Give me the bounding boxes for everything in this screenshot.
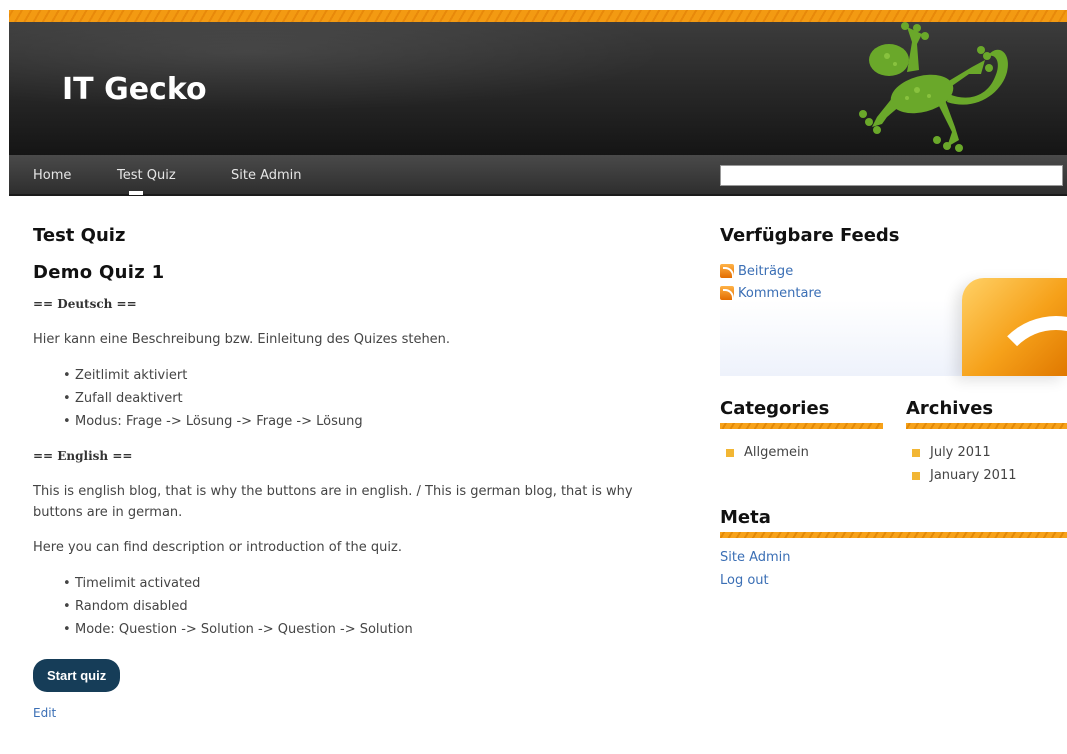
list-item: Modus: Frage -> Lösung -> Frage -> Lösun… [63, 410, 653, 433]
categories-heading: Categories [720, 398, 883, 429]
list-item: Mode: Question -> Solution -> Question -… [63, 618, 653, 641]
archives-widget: Archives July 2011 January 2011 [906, 398, 1067, 487]
rss-icon [720, 286, 734, 300]
nav-home[interactable]: Home [33, 168, 71, 183]
german-section-heading: == Deutsch == [33, 297, 137, 311]
search-input[interactable] [720, 165, 1063, 186]
meta-log-out-link[interactable]: Log out [720, 573, 1067, 596]
feed-posts-link[interactable]: Beiträge [720, 260, 1060, 282]
archives-heading: Archives [906, 398, 1067, 429]
list-item: Timelimit activated [63, 572, 653, 595]
meta-site-admin-link[interactable]: Site Admin [720, 550, 1067, 573]
bullet-square-icon [912, 471, 920, 480]
sidebar-feeds: Verfügbare Feeds Beiträge Kommentare [720, 225, 1060, 304]
archive-item-july-2011[interactable]: July 2011 [906, 441, 1067, 464]
gecko-logo-icon [859, 22, 1008, 152]
quiz-title: Demo Quiz 1 [33, 262, 165, 283]
english-section-heading: == English == [33, 449, 133, 463]
list-item: Zufall deaktivert [63, 387, 653, 410]
list-item: Random disabled [63, 595, 653, 618]
post-content: Test Quiz Demo Quiz 1 == Deutsch == Hier… [33, 225, 653, 720]
german-intro-text: Hier kann eine Beschreibung bzw. Einleit… [33, 332, 451, 347]
feeds-heading: Verfügbare Feeds [720, 225, 900, 246]
rss-icon [720, 264, 734, 278]
post-title[interactable]: Test Quiz [33, 225, 653, 246]
category-item-allgemein[interactable]: Allgemein [720, 441, 883, 464]
archive-item-january-2011[interactable]: January 2011 [906, 464, 1067, 487]
list-item: Zeitlimit aktiviert [63, 364, 653, 387]
meta-heading: Meta [720, 507, 1067, 538]
site-header: IT Gecko [9, 22, 1067, 155]
english-blog-note: This is english blog, that is why the bu… [33, 484, 633, 520]
english-feature-list: Timelimit activated Random disabled Mode… [63, 572, 653, 641]
feed-comments-link[interactable]: Kommentare [720, 282, 1060, 304]
german-feature-list: Zeitlimit aktiviert Zufall deaktivert Mo… [63, 364, 653, 433]
header-top-stripe [9, 10, 1067, 22]
categories-widget: Categories Allgemein [720, 398, 883, 464]
meta-widget: Meta Site Admin Log out [720, 507, 1067, 596]
english-intro-text: Here you can find description or introdu… [33, 540, 402, 555]
start-quiz-button[interactable]: Start quiz [33, 659, 121, 692]
nav-site-admin[interactable]: Site Admin [231, 168, 302, 183]
main-navigation: Home Test Quiz Site Admin [9, 155, 1067, 196]
bullet-square-icon [726, 448, 734, 457]
bullet-square-icon [912, 448, 920, 457]
edit-link[interactable]: Edit [33, 706, 56, 720]
nav-test-quiz[interactable]: Test Quiz [117, 168, 176, 195]
site-title[interactable]: IT Gecko [62, 72, 207, 107]
